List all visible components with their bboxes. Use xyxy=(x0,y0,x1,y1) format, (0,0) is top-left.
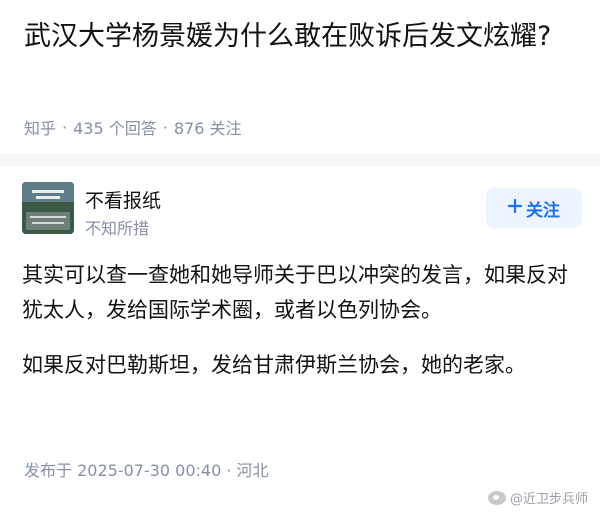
avatar[interactable] xyxy=(22,182,74,234)
author-card: 不看报纸 不知所措 关注 xyxy=(22,182,582,238)
source-label: 知乎 xyxy=(24,119,57,138)
plus-icon xyxy=(507,198,523,218)
author-name[interactable]: 不看报纸 xyxy=(85,186,161,213)
answer-count[interactable]: 435 个回答 xyxy=(73,115,157,139)
section-divider xyxy=(0,154,600,166)
follower-count: 876 关注 xyxy=(173,119,242,138)
answer-paragraph: 其实可以查一查她和她导师关于巴以冲突的发言，如果反对犹太人，发给国际学术圈，或者… xyxy=(22,263,568,322)
watermark: @近卫步兵师 xyxy=(487,488,588,507)
watermark-text: @近卫步兵师 xyxy=(509,492,588,507)
question-meta: 知乎 · 435 个回答 · 876 关注 xyxy=(24,115,241,139)
follow-label: 关注 xyxy=(526,200,560,221)
weibo-icon xyxy=(487,490,506,505)
question-title[interactable]: 武汉大学杨景媛为什么敢在败诉后发文炫耀? xyxy=(24,14,564,60)
author-bio: 不知所措 xyxy=(85,219,150,238)
meta-separator: · xyxy=(62,117,68,137)
answer-content: 其实可以查一查她和她导师关于巴以冲突的发言，如果反对犹太人，发给国际学术圈，或者… xyxy=(22,258,582,403)
publish-info: 发布于 2025-07-30 00:40 · 河北 xyxy=(24,461,269,480)
follow-button[interactable]: 关注 xyxy=(486,188,582,228)
answer-paragraph: 如果反对巴勒斯坦，发给甘肃伊斯兰协会，她的老家。 xyxy=(22,353,526,377)
avatar-image xyxy=(22,182,74,234)
meta-separator: · xyxy=(162,117,168,137)
